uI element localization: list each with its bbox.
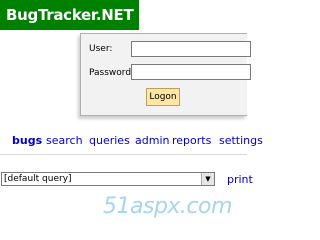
query-select-value: [default query] xyxy=(4,174,72,184)
nav-settings[interactable]: settings xyxy=(219,134,263,147)
watermark: 51aspx.com xyxy=(103,194,232,219)
print-link[interactable]: print xyxy=(227,173,253,186)
logon-button[interactable]: Logon xyxy=(146,88,180,106)
query-select[interactable]: [default query] ▼ xyxy=(1,172,215,186)
app-logo: BugTracker.NET xyxy=(0,0,140,30)
chevron-down-icon[interactable]: ▼ xyxy=(201,173,214,185)
password-label: Password: xyxy=(89,68,135,78)
nav-queries[interactable]: queries xyxy=(89,134,130,147)
nav-search[interactable]: search xyxy=(46,134,83,147)
nav-admin[interactable]: admin xyxy=(135,134,169,147)
user-input[interactable] xyxy=(131,41,251,57)
login-panel: User: Password: Logon xyxy=(80,33,251,116)
nav-bugs[interactable]: bugs xyxy=(12,134,42,147)
main-nav: bugs search queries admin reports settin… xyxy=(0,134,263,154)
nav-divider xyxy=(0,154,247,155)
nav-reports[interactable]: reports xyxy=(172,134,211,147)
user-label: User: xyxy=(89,44,113,54)
password-input[interactable] xyxy=(131,64,251,80)
